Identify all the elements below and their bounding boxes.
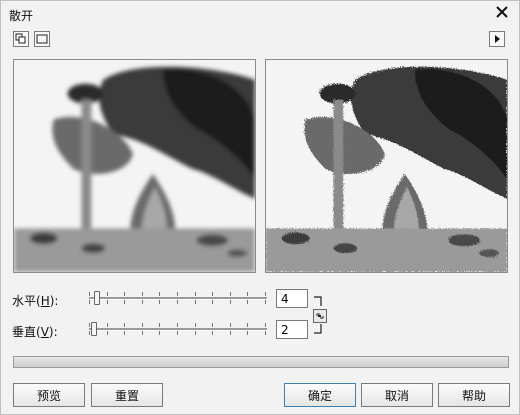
slider-tick <box>212 292 213 296</box>
scatter-dialog: 散开 水平(H): 4 垂直(V): 2 预览 重置 确定 取消 帮助 <box>0 0 520 415</box>
vertical-input[interactable] <box>276 320 308 339</box>
slider-tick <box>195 323 196 327</box>
slider-tick <box>177 300 178 304</box>
slider-tick <box>89 331 90 335</box>
slider-tick <box>107 300 108 304</box>
vertical-label: 垂直(V): <box>12 325 58 339</box>
horizontal-label: 水平(H): <box>12 294 59 308</box>
slider-tick <box>212 331 213 335</box>
slider-tick <box>89 300 90 304</box>
slider-tick <box>212 300 213 304</box>
cancel-button[interactable]: 取消 <box>361 383 433 407</box>
slider-tick <box>124 323 125 327</box>
slider-tick <box>195 300 196 304</box>
slider-tick <box>142 323 143 327</box>
slider-tick <box>159 331 160 335</box>
original-preview[interactable] <box>13 59 256 273</box>
slider-tick <box>159 292 160 296</box>
close-icon[interactable] <box>493 3 511 21</box>
horizontal-slider[interactable] <box>87 291 267 305</box>
slider-tick <box>159 323 160 327</box>
ok-button[interactable]: 确定 <box>284 383 356 407</box>
slider-tick <box>107 331 108 335</box>
horizontal-input[interactable] <box>276 289 308 308</box>
single-view-icon[interactable] <box>34 31 50 47</box>
slider-tick <box>265 331 266 335</box>
slider-tick <box>159 300 160 304</box>
slider-tick <box>177 331 178 335</box>
help-button[interactable]: 帮助 <box>438 383 510 407</box>
slider-tick <box>230 331 231 335</box>
slider-tick <box>177 292 178 296</box>
slider-tick <box>142 300 143 304</box>
slider-tick <box>107 323 108 327</box>
slider-tick <box>247 323 248 327</box>
result-preview[interactable] <box>265 59 508 273</box>
slider-tick <box>265 292 266 296</box>
progress-bar <box>13 356 509 368</box>
vertical-slider[interactable] <box>87 322 267 336</box>
preview-button[interactable]: 预览 <box>13 383 85 407</box>
slider-tick <box>247 331 248 335</box>
vertical-slider-thumb[interactable] <box>91 322 97 336</box>
slider-tick <box>177 323 178 327</box>
slider-tick <box>142 331 143 335</box>
slider-tick <box>89 323 90 327</box>
slider-tick <box>212 323 213 327</box>
slider-tick <box>124 300 125 304</box>
slider-tick <box>265 323 266 327</box>
link-icon[interactable] <box>313 309 327 323</box>
slider-tick <box>107 292 108 296</box>
slider-tick <box>142 292 143 296</box>
slider-tick <box>230 300 231 304</box>
split-view-icon[interactable] <box>13 31 29 47</box>
slider-tick <box>230 292 231 296</box>
horizontal-slider-thumb[interactable] <box>94 291 100 305</box>
slider-tick <box>124 331 125 335</box>
slider-tick <box>247 292 248 296</box>
slider-tick <box>89 292 90 296</box>
slider-tick <box>195 331 196 335</box>
slider-tick <box>195 292 196 296</box>
triangle-right-icon[interactable] <box>489 31 505 47</box>
dialog-title: 散开 <box>9 9 34 23</box>
slider-tick <box>247 300 248 304</box>
slider-tick <box>265 300 266 304</box>
slider-tick <box>230 323 231 327</box>
reset-button[interactable]: 重置 <box>91 383 163 407</box>
slider-tick <box>124 292 125 296</box>
